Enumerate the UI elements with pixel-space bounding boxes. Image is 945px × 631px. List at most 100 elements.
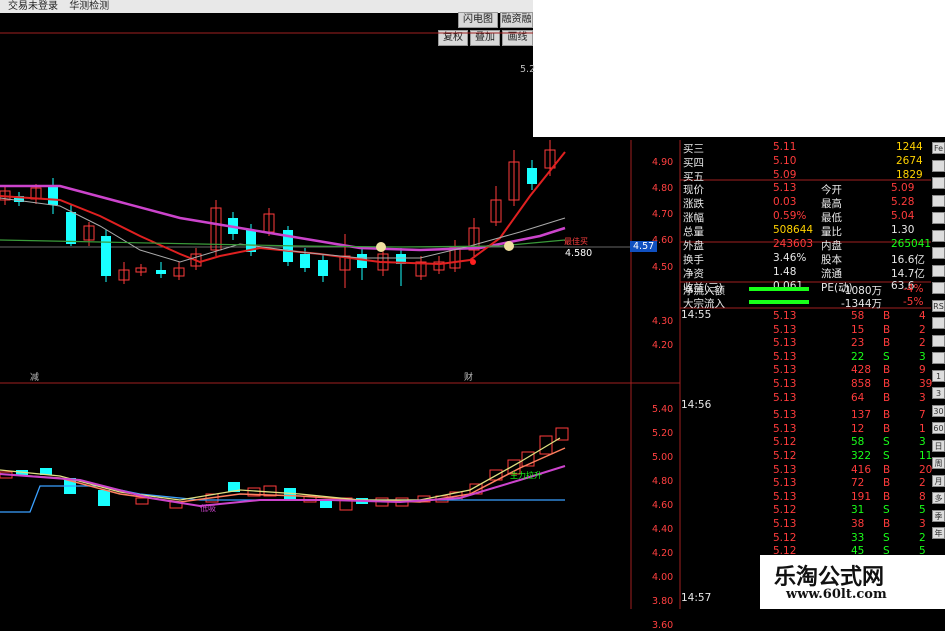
- tick-price: 5.13: [773, 378, 797, 390]
- stat-value: 5.04: [891, 210, 915, 222]
- tick-row[interactable]: 5.12 58 S 3: [681, 436, 931, 450]
- signal-dot: [470, 259, 476, 265]
- tick-count: 5: [919, 504, 926, 517]
- side-tool-button[interactable]: 月: [932, 474, 945, 487]
- side-tool-button[interactable]: Fe: [932, 142, 945, 154]
- order-price: 5.10: [773, 155, 797, 167]
- tick-row[interactable]: 5.12 33 S 2: [681, 532, 931, 546]
- side-tool-button[interactable]: 年: [932, 527, 945, 539]
- tick-direction: B: [883, 477, 891, 490]
- side-tool-button[interactable]: [932, 229, 945, 242]
- tick-row[interactable]: 5.13 428 B 9: [681, 364, 931, 378]
- tick-row[interactable]: 5.13 23 B 2: [681, 337, 931, 351]
- stat-value: 1.48: [773, 266, 797, 278]
- stat-row: 总量 508644 量比 1.30: [681, 224, 931, 238]
- tick-direction: B: [883, 391, 891, 404]
- indicator-tick: 4.80: [652, 476, 674, 487]
- tick-row[interactable]: 5.13 38 B 3: [681, 518, 931, 532]
- tick-price: 5.13: [773, 463, 797, 476]
- tick-row[interactable]: 5.13 858 B 39: [681, 378, 932, 392]
- flow-bar: [749, 300, 809, 304]
- side-tool-button[interactable]: [932, 159, 945, 172]
- tick-row[interactable]: 5.13 137 B 7: [681, 409, 931, 423]
- tick-row[interactable]: 5.13 15 B 2: [681, 324, 931, 338]
- stat-label: 内盘: [821, 240, 842, 252]
- tick-volume: 858: [851, 378, 872, 390]
- flow-pct: -5%: [903, 296, 924, 308]
- side-tool-button[interactable]: 日: [932, 439, 945, 452]
- stat-label: 净资: [683, 268, 704, 280]
- tick-direction: B: [883, 490, 891, 503]
- flow-row: 大宗流入 -1344万 -5%: [681, 296, 931, 310]
- side-tool-button[interactable]: [932, 282, 945, 294]
- side-tool-button[interactable]: 季: [932, 509, 945, 522]
- indicator-tick: 4.40: [652, 524, 674, 535]
- tick-direction: S: [883, 531, 890, 544]
- tick-count: 4: [919, 310, 926, 322]
- tick-direction: S: [883, 504, 890, 517]
- side-tool-button[interactable]: [932, 317, 945, 329]
- tick-volume: 31: [851, 504, 865, 517]
- tick-row[interactable]: 5.13 72 B 2: [681, 477, 931, 491]
- side-tool-button[interactable]: [932, 194, 945, 207]
- side-tool-button[interactable]: 周: [932, 457, 945, 469]
- side-tool-button[interactable]: [932, 212, 945, 224]
- stat-row: 现价 5.13 今开 5.09: [681, 182, 931, 196]
- side-tool-button[interactable]: [932, 247, 945, 259]
- indicator-tick: 4.20: [652, 548, 674, 559]
- price-tick: 4.20: [652, 340, 674, 351]
- tick-count: 8: [919, 490, 926, 503]
- side-tool-button[interactable]: 60: [932, 422, 945, 434]
- side-tool-button[interactable]: 多: [932, 492, 945, 504]
- tick-row[interactable]: 5.13 22 S 3: [681, 351, 931, 365]
- tick-count: 3: [919, 436, 926, 449]
- buy-point-label: 最佳买: [564, 237, 588, 246]
- tick-volume: 137: [851, 409, 872, 422]
- price-label: 4.580: [565, 248, 593, 259]
- stat-value: 243603: [773, 238, 814, 250]
- tick-row[interactable]: 5.12 31 S 5: [681, 504, 931, 518]
- tick-count: 2: [919, 531, 926, 544]
- stat-value: 5.09: [891, 182, 915, 194]
- stat-value: 5.28: [891, 196, 915, 208]
- tick-price: 5.13: [773, 310, 797, 322]
- stat-value: 265041: [891, 238, 932, 250]
- price-tick: 4.90: [652, 157, 674, 168]
- side-tool-button[interactable]: 1: [932, 369, 945, 382]
- indicator-tick: 3.80: [652, 596, 674, 607]
- stat-value: 1.30: [891, 224, 915, 236]
- indicator-tick: 4.00: [652, 572, 674, 583]
- indicator-bar: [98, 490, 110, 506]
- side-tool-button[interactable]: [932, 352, 945, 364]
- tick-direction: B: [883, 422, 891, 435]
- tick-count: 2: [919, 323, 926, 336]
- tick-row[interactable]: 5.13 191 B 8: [681, 491, 931, 505]
- side-tool-button[interactable]: RS: [932, 299, 945, 312]
- tick-count: 20: [919, 463, 933, 476]
- marker-left: 减: [30, 373, 40, 383]
- tick-row[interactable]: 5.13 12 B 1: [681, 423, 931, 437]
- tick-direction: S: [883, 436, 890, 449]
- side-tool-button[interactable]: 30: [932, 404, 945, 417]
- tick-direction: B: [883, 337, 891, 350]
- tick-price: 5.13: [773, 518, 797, 530]
- side-tool-button[interactable]: [932, 334, 945, 347]
- candle-body: [156, 270, 166, 274]
- side-tool-button[interactable]: [932, 264, 945, 277]
- stat-label: 涨跌: [683, 198, 704, 210]
- stat-label: 流通: [821, 268, 842, 280]
- tick-price: 5.13: [773, 337, 797, 350]
- stat-label: 总量: [683, 226, 704, 238]
- tick-row[interactable]: 5.12 322 S 11: [681, 450, 932, 464]
- side-tool-button[interactable]: 3: [932, 387, 945, 399]
- indicator-tick: 5.20: [652, 428, 674, 439]
- tick-row[interactable]: 5.13 64 B 3: [681, 392, 931, 406]
- tick-direction: B: [883, 409, 891, 422]
- order-volume: 1829: [896, 169, 923, 181]
- tick-row[interactable]: 5.13 416 B 20: [681, 463, 933, 478]
- side-tool-button[interactable]: [932, 177, 945, 189]
- order-row: 买三 5.11 1244: [681, 141, 931, 155]
- tick-row[interactable]: 5.13 58 B 4: [681, 310, 931, 324]
- tick-count: 3: [919, 350, 926, 363]
- stat-label: 量比: [821, 226, 842, 238]
